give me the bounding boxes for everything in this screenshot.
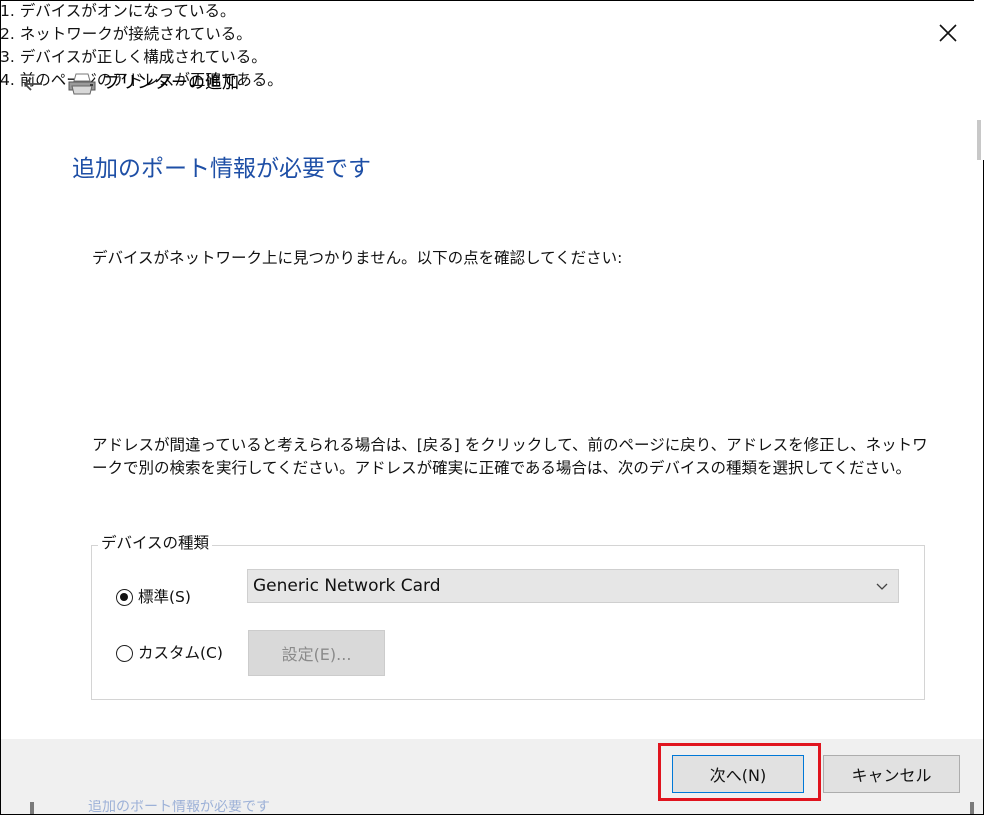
printer-icon [68,73,96,95]
window-title: プリンターの追加 [103,73,239,93]
background-edge [970,802,974,814]
standard-radio-label: 標準(S) [138,588,191,606]
device-type-select-value: Generic Network Card [253,576,441,596]
back-arrow-icon [23,77,42,91]
cancel-button[interactable]: キャンセル [823,755,960,793]
standard-radio[interactable]: 標準(S) [116,586,191,608]
device-type-legend: デバイスの種類 [98,531,213,555]
instructions-paragraph: アドレスが間違っていると考えられる場合は、[戻る] をクリックして、前のページに… [92,436,928,477]
scrollbar[interactable] [974,0,984,160]
settings-button[interactable]: 設定(E)... [248,630,385,676]
radio-button-checked[interactable] [116,588,133,606]
custom-radio-label: カスタム(C) [138,644,223,662]
close-button[interactable] [930,15,966,51]
close-icon [939,24,957,42]
chevron-down-icon [876,583,888,590]
custom-radio[interactable]: カスタム(C) [116,642,223,664]
highlight-box [658,743,821,801]
radio-button-unchecked[interactable] [116,644,133,662]
back-button[interactable] [18,70,48,98]
background-window-text: 追加のポート情報が必要です [88,800,270,814]
background-edge [30,802,34,814]
device-type-select[interactable]: Generic Network Card [247,569,899,603]
page-heading: 追加のポート情報が必要です [72,156,371,182]
intro-text: デバイスがネットワーク上に見つかりません。以下の点を確認してください: [92,249,623,267]
scrollbar-thumb[interactable] [977,120,981,160]
